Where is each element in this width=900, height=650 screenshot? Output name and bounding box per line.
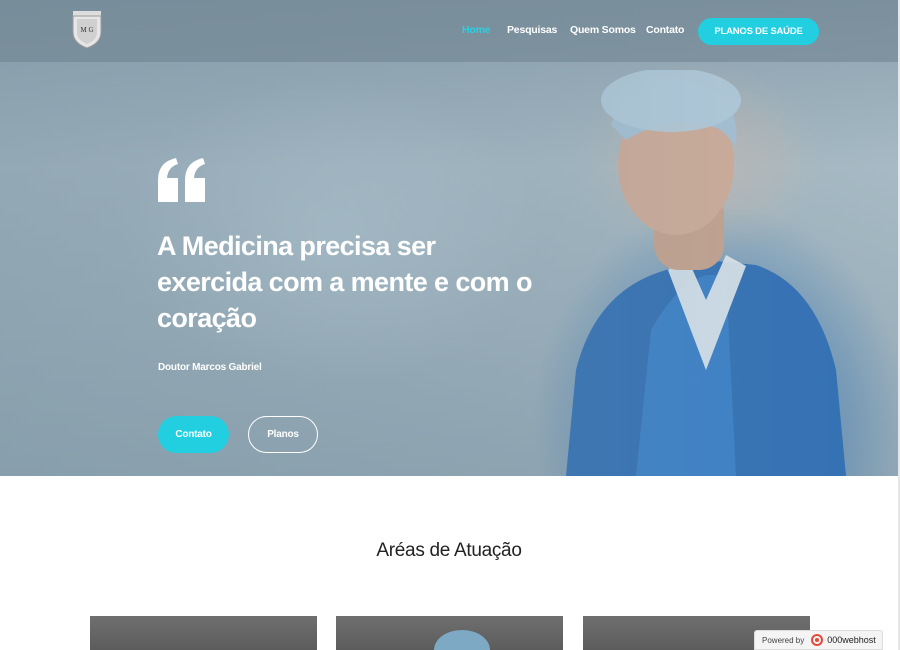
nav-link-home[interactable]: Home [462, 24, 491, 36]
hero-quote-line-3: coração [157, 303, 257, 333]
nav-link-quem-somos[interactable]: Quem Somos [570, 24, 636, 36]
plans-button[interactable]: PLANOS DE SAÚDE [698, 18, 819, 45]
hero-quote: A Medicina precisa ser exercida com a me… [157, 228, 537, 336]
shield-logo-icon[interactable]: M G [70, 10, 104, 50]
powered-by-badge[interactable]: Powered by 000webhost [754, 630, 883, 650]
navbar: M G Home Pesquisas Quem Somos Contato PL… [0, 0, 900, 62]
planos-button[interactable]: Planos [248, 416, 318, 453]
section-title: Aréas de Atuação [376, 540, 522, 561]
webhost-brand: 000webhost [827, 635, 876, 645]
logo-initials: M G [80, 26, 93, 34]
powered-by-text: Powered by [762, 635, 805, 645]
quote-icon [158, 158, 205, 202]
nav-link-pesquisas[interactable]: Pesquisas [507, 24, 557, 36]
area-card-1[interactable] [90, 616, 317, 650]
hero-quote-line-1: A Medicina precisa ser [157, 231, 436, 261]
hero-quote-line-2: exercida com a mente e com o [157, 267, 532, 297]
nav-link-contato[interactable]: Contato [646, 24, 684, 36]
quote-author: Doutor Marcos Gabriel [158, 362, 262, 373]
card-2-photo [434, 630, 490, 650]
area-card-2[interactable] [336, 616, 563, 650]
contato-button[interactable]: Contato [158, 416, 229, 453]
webhost-icon [811, 634, 824, 646]
